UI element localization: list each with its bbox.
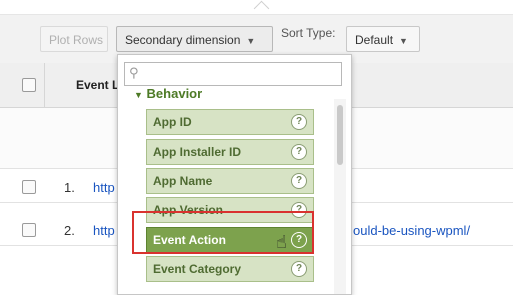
dropdown-scrollbar-thumb[interactable] [337, 105, 343, 165]
dimension-item-label: App Name [153, 174, 213, 188]
row-link-tail[interactable]: ould-be-using-wpml/ [353, 223, 470, 238]
row-number: 1. [64, 180, 75, 195]
triangle-down-icon: ▼ [134, 90, 143, 100]
chevron-down-icon: ▼ [246, 36, 256, 46]
secondary-dimension-label: Secondary dimension [125, 33, 241, 47]
dimension-item-event-category[interactable]: Event Category ? [146, 256, 314, 282]
dimension-search-input[interactable]: ⚲ [124, 62, 342, 86]
select-all-checkbox[interactable] [22, 78, 36, 92]
row-checkbox[interactable] [22, 223, 36, 237]
dimension-item-label: Event Category [153, 262, 242, 276]
search-icon: ⚲ [129, 65, 139, 80]
dimension-item-app-name[interactable]: App Name ? [146, 168, 314, 194]
header-divider [44, 63, 45, 107]
row-number: 2. [64, 223, 75, 238]
sort-type-select[interactable]: Default ▼ [346, 26, 420, 52]
row-checkbox[interactable] [22, 180, 36, 194]
plot-rows-label: Plot Rows [49, 33, 104, 47]
sort-type-value: Default [355, 33, 394, 47]
dimension-item-app-installer-id[interactable]: App Installer ID ? [146, 139, 314, 165]
help-icon[interactable]: ? [291, 261, 307, 277]
row-link[interactable]: http [93, 223, 115, 238]
dimension-item-label: App ID [153, 115, 192, 129]
dimension-item-app-id[interactable]: App ID ? [146, 109, 314, 135]
secondary-dimension-dropdown: ⚲ ▼ Behavior App ID ? App Installer ID ?… [117, 54, 352, 295]
plot-rows-button[interactable]: Plot Rows [40, 26, 108, 52]
dimension-item-label: App Installer ID [153, 145, 242, 159]
column-header-event-label[interactable]: Event L [76, 78, 119, 92]
sort-type-label: Sort Type: [281, 26, 336, 40]
help-icon[interactable]: ? [291, 144, 307, 160]
help-icon[interactable]: ? [291, 114, 307, 130]
group-title-behavior[interactable]: ▼ Behavior [134, 86, 202, 101]
row-link[interactable]: http [93, 180, 115, 195]
help-icon[interactable]: ? [291, 173, 307, 189]
group-title-label: Behavior [146, 86, 203, 101]
chevron-down-icon: ▼ [399, 36, 408, 46]
secondary-dimension-button[interactable]: Secondary dimension ▼ [116, 26, 273, 52]
hand-cursor-icon: ☝ [276, 232, 287, 252]
